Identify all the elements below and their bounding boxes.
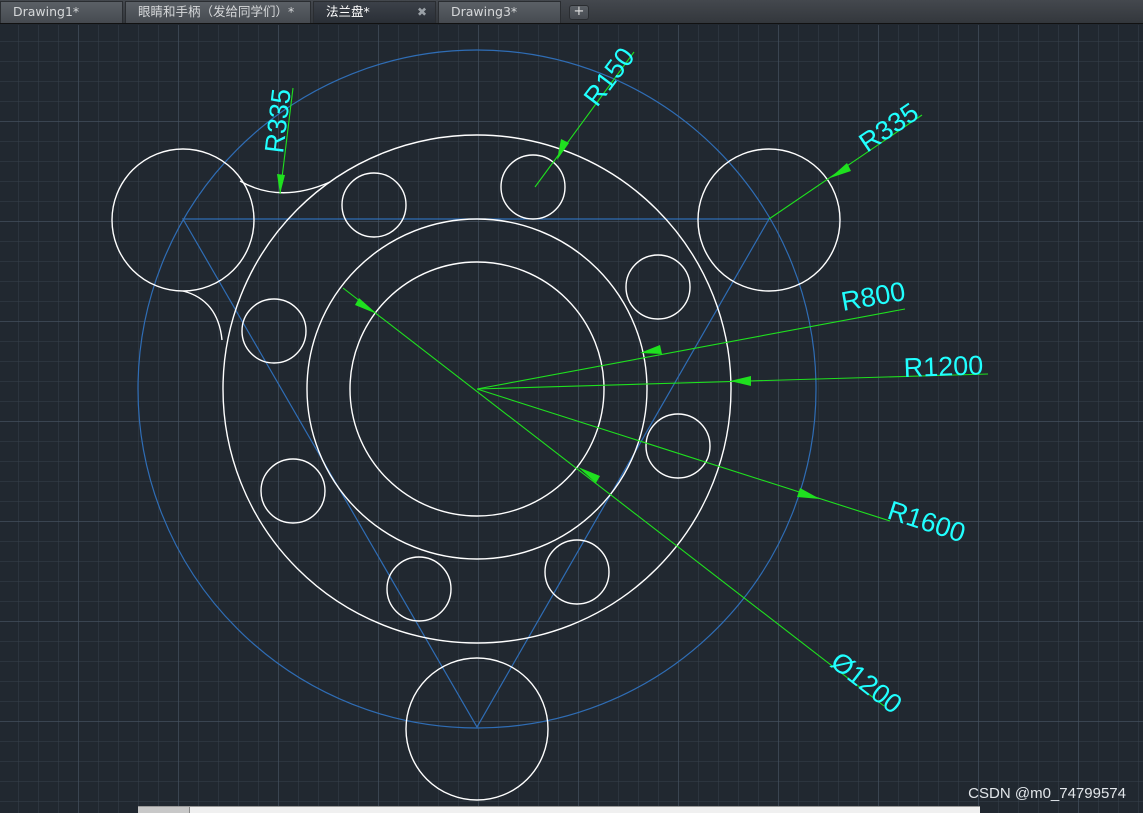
new-tab-button[interactable]: + <box>569 5 589 20</box>
tab-label: Drawing3* <box>451 4 518 19</box>
leader-r800 <box>476 308 906 390</box>
arrowhead <box>640 345 662 354</box>
arrowhead <box>797 488 820 499</box>
tab-eyes-handle[interactable]: 眼睛和手柄（发给同学们）* <box>125 1 311 23</box>
drawing-canvas[interactable]: R150 R335 R335 R800 R1200 R1600 Ø1200 <box>0 25 1143 813</box>
dimension-text-r150: R150 <box>578 42 641 112</box>
arrowhead <box>557 139 569 160</box>
dimension-text-d1200: Ø1200 <box>825 646 907 720</box>
tab-drawing3[interactable]: Drawing3* <box>438 1 561 23</box>
tab-label: 眼睛和手柄（发给同学们）* <box>138 4 295 19</box>
bolt-hole <box>241 298 307 364</box>
watermark-text: CSDN @m0_74799574 <box>968 785 1126 802</box>
dimension-text-r335-left: R335 <box>259 87 297 155</box>
tab-flange[interactable]: 法兰盘* ✖ <box>313 1 436 23</box>
fillet-arc-r335 <box>239 180 331 194</box>
construction-triangle <box>181 218 771 729</box>
bolt-hole <box>500 154 566 220</box>
dimension-text-r335-right: R335 <box>854 97 924 158</box>
tab-label: 法兰盘* <box>326 4 370 19</box>
arrowhead <box>578 467 600 483</box>
arrowhead <box>277 174 285 194</box>
tab-drawing1[interactable]: Drawing1* <box>0 1 123 23</box>
bolt-hole <box>625 254 691 320</box>
dimension-text-r1600: R1600 <box>884 495 969 548</box>
fillet-arc-lower <box>182 290 223 341</box>
flange-drawing: R150 R335 R335 R800 R1200 R1600 Ø1200 <box>111 42 989 801</box>
dimension-text-r1200: R1200 <box>903 350 984 383</box>
leader-r1600 <box>476 388 891 522</box>
plus-icon: + <box>573 4 585 19</box>
bolt-hole <box>544 539 610 605</box>
arrowhead <box>355 298 377 314</box>
close-icon[interactable]: ✖ <box>417 2 427 22</box>
horizontal-scrollbar[interactable] <box>138 806 980 813</box>
document-tab-bar: Drawing1* 眼睛和手柄（发给同学们）* 法兰盘* ✖ Drawing3*… <box>0 0 1143 24</box>
bolt-hole <box>341 172 407 238</box>
bolt-hole <box>260 458 326 524</box>
scrollbar-thumb[interactable] <box>138 807 190 813</box>
tab-label: Drawing1* <box>13 4 80 19</box>
arrowhead <box>830 163 851 178</box>
lug-circle-bottom <box>405 657 549 801</box>
arrowhead <box>730 376 751 386</box>
